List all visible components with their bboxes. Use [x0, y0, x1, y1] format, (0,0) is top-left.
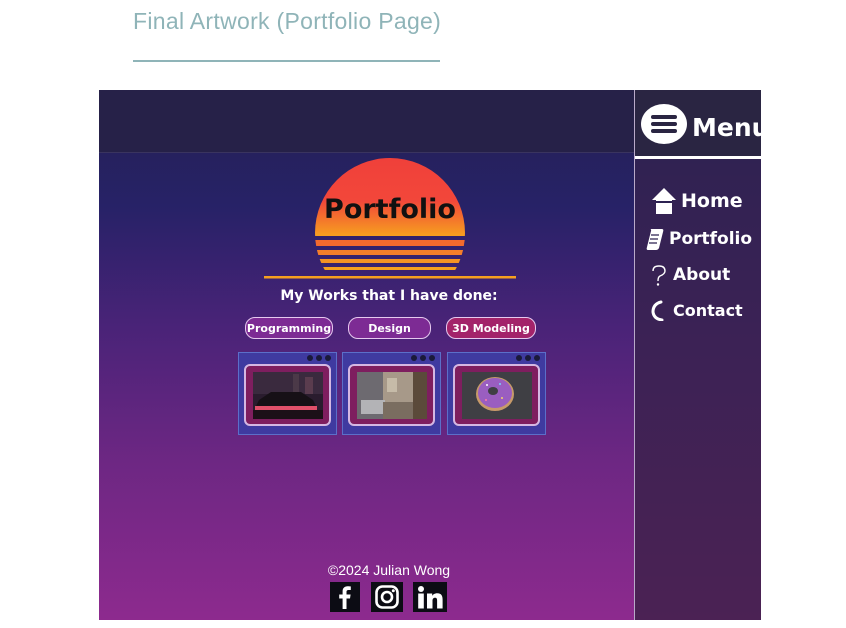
instagram-link[interactable] [371, 582, 403, 612]
retro-car-image [253, 372, 323, 419]
menu-header[interactable]: Menu [635, 90, 761, 159]
portfolio-sun-logo: Portfolio [262, 158, 518, 284]
hamburger-icon[interactable] [641, 104, 687, 144]
facebook-icon [339, 586, 351, 609]
nav-item-home[interactable]: Home [651, 187, 743, 215]
window-dots [516, 355, 540, 361]
category-button-3d-modeling[interactable]: 3D Modeling [446, 317, 536, 339]
linkedin-icon [418, 586, 443, 609]
linkedin-link[interactable] [413, 582, 447, 612]
nav-item-portfolio[interactable]: Portfolio [645, 227, 752, 251]
nav-item-label: About [673, 265, 731, 285]
category-button-programming[interactable]: Programming [245, 317, 333, 339]
nav-item-label: Contact [673, 300, 743, 320]
nav-item-label: Home [681, 190, 743, 212]
copyright-text: ©2024 Julian Wong [327, 562, 451, 578]
hero-title: Portfolio [324, 194, 456, 225]
document-title: Final Artwork (Portfolio Page) [133, 8, 442, 34]
nav-item-about[interactable]: About [649, 264, 730, 286]
house-icon [652, 188, 676, 214]
portfolio-mockup: Portfolio My Works that I have done: Pro… [99, 90, 761, 620]
works-heading: My Works that I have done: [280, 288, 498, 304]
window-dots [307, 355, 331, 361]
nav-item-label: Portfolio [669, 229, 753, 249]
work-card-3d-modeling[interactable] [447, 352, 546, 435]
instagram-icon [375, 585, 399, 609]
card-frame [244, 364, 331, 426]
donut-render-image [462, 372, 532, 419]
work-card-programming[interactable] [238, 352, 337, 435]
card-frame [453, 364, 540, 426]
top-bar [99, 90, 634, 153]
title-underline [133, 60, 440, 62]
menu-label: Menu [692, 113, 761, 142]
nav-item-contact[interactable]: Contact [649, 299, 743, 321]
question-icon [652, 265, 666, 286]
scroll-icon [646, 229, 664, 250]
facebook-link[interactable] [330, 582, 360, 612]
phone-icon [651, 300, 664, 321]
side-menu: Menu Home Portfolio About Contact [634, 90, 761, 620]
work-card-design[interactable] [342, 352, 441, 435]
card-frame [348, 364, 435, 426]
category-button-design[interactable]: Design [348, 317, 431, 339]
window-dots [411, 355, 435, 361]
room-render-image [357, 372, 427, 419]
